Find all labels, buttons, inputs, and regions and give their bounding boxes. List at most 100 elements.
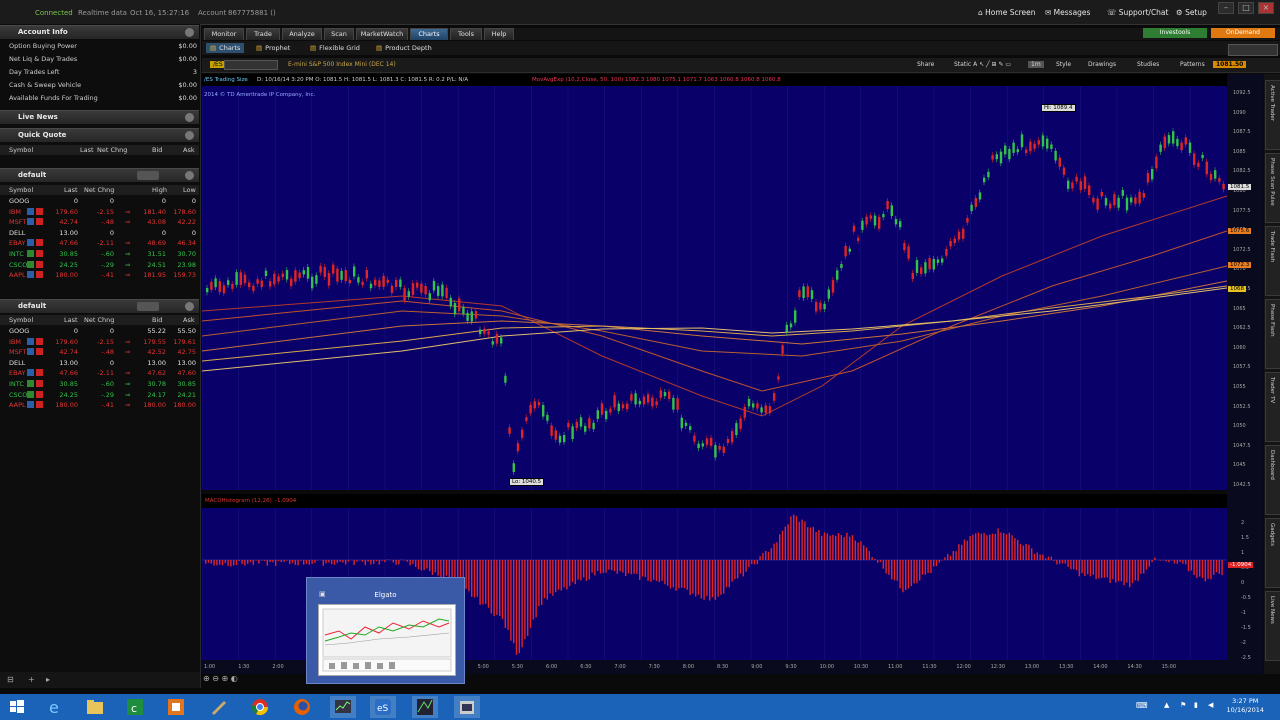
- tray-arrow-icon[interactable]: ▲: [1164, 701, 1169, 709]
- play-icon[interactable]: ▸: [46, 675, 50, 684]
- live-news-header[interactable]: Live News: [0, 110, 199, 124]
- watchlist-row[interactable]: GOOG 0 0 55.22 55.50: [0, 326, 199, 337]
- side-tab[interactable]: Trade Flash: [1265, 226, 1280, 296]
- thinkorswim-taskbar-icon[interactable]: [330, 696, 356, 718]
- chart-app-taskbar-icon[interactable]: [412, 696, 438, 718]
- media-app-icon[interactable]: [163, 696, 189, 718]
- row-symbol[interactable]: AAPL: [9, 400, 26, 410]
- watchlist-row[interactable]: CSCO 24.25 -.29 ⇒ 24.17 24.21: [0, 390, 199, 401]
- period-button[interactable]: 1m: [1028, 61, 1044, 68]
- watchlist2-header[interactable]: default: [0, 299, 199, 313]
- row-symbol[interactable]: IBM: [9, 207, 21, 217]
- settings-icon[interactable]: [185, 113, 194, 122]
- drawings-button[interactable]: Drawings: [1088, 61, 1116, 68]
- flag-icon[interactable]: ⚑: [1180, 701, 1186, 709]
- network-icon[interactable]: ▮: [1194, 701, 1198, 709]
- chrome-icon[interactable]: [247, 696, 273, 718]
- support-chat-link[interactable]: ☏ Support/Chat: [1107, 8, 1168, 17]
- row-symbol[interactable]: IBM: [9, 337, 21, 347]
- side-tab[interactable]: Trader TV: [1265, 372, 1280, 442]
- firefox-icon[interactable]: [289, 696, 315, 718]
- watchlist-controls[interactable]: [137, 302, 159, 311]
- row-symbol[interactable]: INTC: [9, 249, 24, 259]
- tab-trade[interactable]: Trade: [246, 28, 280, 40]
- ondemand-button[interactable]: OnDemand: [1211, 28, 1275, 38]
- side-tab[interactable]: Gadgets: [1265, 518, 1280, 588]
- watchlist-row[interactable]: CSCO 24.25 -.29 ⇒ 24.51 23.98: [0, 260, 199, 271]
- elgato-taskbar-icon[interactable]: eS: [370, 696, 396, 718]
- settings-icon[interactable]: [185, 28, 194, 37]
- volume-icon[interactable]: ◀: [1208, 701, 1213, 709]
- watchlist-controls[interactable]: [137, 171, 159, 180]
- tab-scan[interactable]: Scan: [324, 28, 354, 40]
- investools-button[interactable]: Investools: [1143, 28, 1207, 38]
- row-symbol[interactable]: GOOG: [9, 326, 29, 336]
- account-info-header[interactable]: Account Info: [0, 25, 199, 39]
- tab-marketwatch[interactable]: MarketWatch: [356, 28, 408, 40]
- drawing-tools[interactable]: Static A ↖ ╱ ⊞ ✎ ▭: [954, 61, 1011, 68]
- watchlist-row[interactable]: AAPL 180.00 -.41 ⇒ 180.00 180.00: [0, 400, 199, 411]
- symbol-field[interactable]: [224, 60, 278, 70]
- system-clock[interactable]: 3:27 PM 10/16/2014: [1227, 697, 1264, 715]
- watchlist-row[interactable]: EBAY 47.66 -2.11 ⇒ 48.69 46.34: [0, 238, 199, 249]
- subtab-product-depth[interactable]: ▤ Product Depth: [376, 43, 432, 53]
- subtab-prophet[interactable]: ▤ Prophet: [256, 43, 290, 53]
- watchlist-row[interactable]: DELL 13.00 0 0 0: [0, 228, 199, 239]
- settings-icon[interactable]: [185, 171, 194, 180]
- row-symbol[interactable]: DELL: [9, 358, 25, 368]
- spreadsheet-app-icon[interactable]: c: [122, 696, 148, 718]
- style-button[interactable]: Style: [1056, 61, 1071, 68]
- side-tab[interactable]: Active Trader: [1265, 80, 1280, 150]
- studies-button[interactable]: Studies: [1137, 61, 1159, 68]
- draw-tool-icon[interactable]: [206, 696, 232, 718]
- tab-monitor[interactable]: Monitor: [204, 28, 244, 40]
- watchlist-row[interactable]: INTC 30.85 -.60 ⇒ 30.78 30.85: [0, 379, 199, 390]
- watchlist-row[interactable]: IBM 179.60 -2.15 ⇒ 179.55 179.61: [0, 337, 199, 348]
- row-symbol[interactable]: CSCO: [9, 390, 27, 400]
- quick-quote-header[interactable]: Quick Quote: [0, 128, 199, 142]
- watchlist-row[interactable]: GOOG 0 0 0 0: [0, 196, 199, 207]
- watchlist-row[interactable]: IBM 179.60 -2.15 ⇒ 181.40 178.60: [0, 207, 199, 218]
- watchlist-row[interactable]: MSFT 42.74 -.48 ⇒ 42.52 42.75: [0, 347, 199, 358]
- keyboard-icon[interactable]: ⌨: [1136, 701, 1148, 710]
- file-explorer-icon[interactable]: [82, 696, 108, 718]
- account-value[interactable]: 867775881 (): [228, 9, 276, 17]
- row-symbol[interactable]: DELL: [9, 228, 25, 238]
- row-symbol[interactable]: AAPL: [9, 270, 26, 280]
- row-symbol[interactable]: MSFT: [9, 217, 26, 227]
- tab-analyze[interactable]: Analyze: [282, 28, 322, 40]
- share-button[interactable]: Share: [917, 61, 934, 68]
- layout-selector[interactable]: [1228, 44, 1278, 56]
- add-icon[interactable]: +: [28, 675, 35, 684]
- settings-icon[interactable]: [185, 131, 194, 140]
- watchlist-header[interactable]: default: [0, 168, 199, 182]
- taskbar-preview-popup[interactable]: ▣ Elgato: [306, 577, 465, 684]
- home-screen-link[interactable]: ⌂ Home Screen: [978, 8, 1035, 17]
- row-symbol[interactable]: INTC: [9, 379, 24, 389]
- tab-help[interactable]: Help: [484, 28, 514, 40]
- minimize-button[interactable]: –: [1218, 2, 1234, 14]
- zoom-controls[interactable]: ⊕ ⊖ ⊕ ◐: [203, 674, 263, 684]
- row-symbol[interactable]: EBAY: [9, 368, 25, 378]
- side-tab[interactable]: Dashboard: [1265, 445, 1280, 515]
- watchlist-row[interactable]: EBAY 47.66 -2.11 ⇒ 47.62 47.60: [0, 368, 199, 379]
- side-tab[interactable]: Phase Scan Pulse: [1265, 153, 1280, 223]
- watchlist-row[interactable]: MSFT 42.74 -.48 ⇒ 43.08 42.22: [0, 217, 199, 228]
- preview-thumbnail[interactable]: [318, 604, 456, 676]
- price-chart[interactable]: 2014 © TD Ameritrade IP Company, Inc. Hi…: [202, 86, 1227, 490]
- setup-link[interactable]: ⚙ Setup: [1176, 8, 1207, 17]
- tab-tools[interactable]: Tools: [450, 28, 482, 40]
- messages-link[interactable]: ✉ Messages: [1045, 8, 1090, 17]
- tab-charts[interactable]: Charts: [410, 28, 448, 40]
- internet-explorer-icon[interactable]: e: [42, 696, 68, 718]
- watchlist-row[interactable]: INTC 30.85 -.60 ⇒ 31.51 30.70: [0, 249, 199, 260]
- subtab-flexible-grid[interactable]: ▤ Flexible Grid: [310, 43, 360, 53]
- row-symbol[interactable]: EBAY: [9, 238, 25, 248]
- patterns-button[interactable]: Patterns: [1180, 61, 1205, 68]
- side-tab[interactable]: Live News: [1265, 591, 1280, 661]
- collapse-icon[interactable]: ⊟: [7, 675, 14, 684]
- row-symbol[interactable]: CSCO: [9, 260, 27, 270]
- row-symbol[interactable]: GOOG: [9, 196, 29, 206]
- close-button[interactable]: ×: [1258, 2, 1274, 14]
- utility-taskbar-icon[interactable]: [454, 696, 480, 718]
